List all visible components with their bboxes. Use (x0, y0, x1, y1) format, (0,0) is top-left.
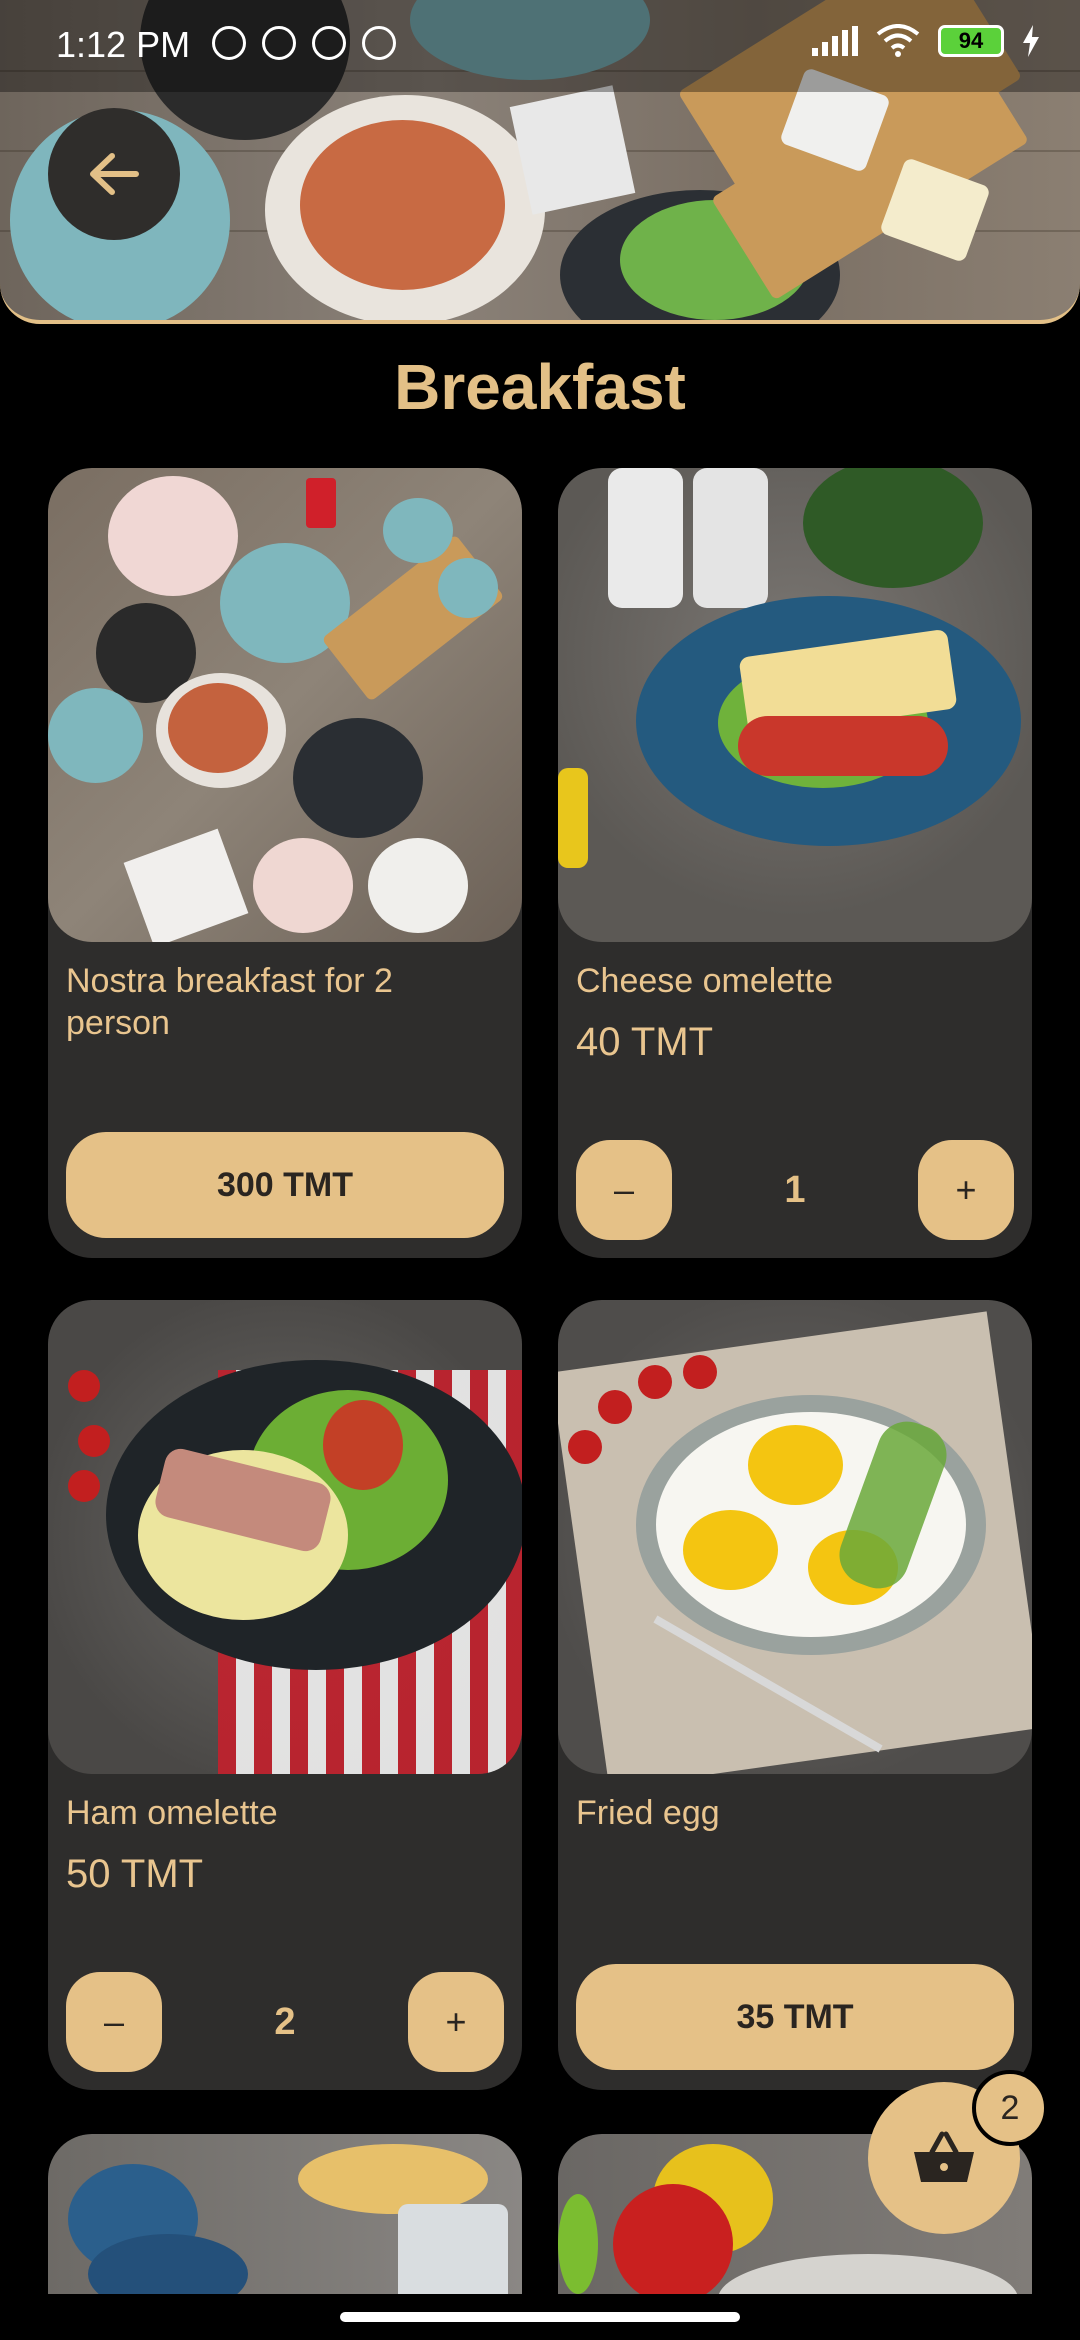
status-time: 1:12 PM (56, 24, 191, 65)
quantity-value: 1 (784, 1168, 806, 1211)
product-name: Nostra breakfast for 2 person (66, 962, 393, 1042)
product-card[interactable]: Ham omelette 50 TMT – 2 + (48, 1300, 522, 2090)
product-price: 50 TMT (66, 1852, 204, 1896)
alarm-icon (262, 26, 296, 60)
increase-quantity-button[interactable]: + (918, 1140, 1014, 1240)
product-price: 40 TMT (576, 1020, 714, 1064)
decrease-quantity-button[interactable]: – (66, 1972, 162, 2072)
product-card[interactable]: Nostra breakfast for 2 person 300 TMT (48, 468, 522, 1258)
product-card[interactable]: Cheese omelette 40 TMT – 1 + (558, 468, 1032, 1258)
quantity-value: 2 (274, 2000, 296, 2043)
product-image (558, 1300, 1032, 1774)
basket-icon (914, 2131, 974, 2182)
product-name: Fried egg (576, 1794, 720, 1832)
signal-icon (812, 26, 858, 56)
page-title: Breakfast (394, 351, 686, 423)
product-name: Cheese omelette (576, 962, 834, 1000)
decrease-quantity-button[interactable]: – (576, 1140, 672, 1240)
mute-icon (212, 26, 246, 60)
quantity-stepper: – 2 + (66, 1972, 504, 2072)
product-card[interactable] (48, 2134, 522, 2294)
wifi-icon (876, 24, 920, 57)
product-image (558, 468, 1032, 942)
arrow-left-icon (90, 153, 139, 195)
increase-quantity-button[interactable]: + (408, 1972, 504, 2072)
home-indicator[interactable] (340, 2312, 740, 2322)
app-icon (362, 26, 396, 60)
product-image (48, 2134, 522, 2294)
cart-count-badge: 2 (972, 2070, 1048, 2146)
battery-icon: 94 (938, 25, 1004, 57)
app-icon (312, 26, 346, 60)
charging-icon (1023, 25, 1039, 57)
product-name: Ham omelette (66, 1794, 278, 1832)
status-bar: 1:12 PM 94 (0, 0, 1080, 92)
product-image (48, 1300, 522, 1774)
product-image (48, 468, 522, 942)
add-to-cart-button[interactable]: 300 TMT (66, 1132, 504, 1238)
add-to-cart-button[interactable]: 35 TMT (576, 1964, 1014, 2070)
product-card[interactable]: Fried egg 35 TMT (558, 1300, 1032, 2090)
back-button[interactable] (48, 108, 180, 240)
quantity-stepper: – 1 + (576, 1140, 1014, 1240)
